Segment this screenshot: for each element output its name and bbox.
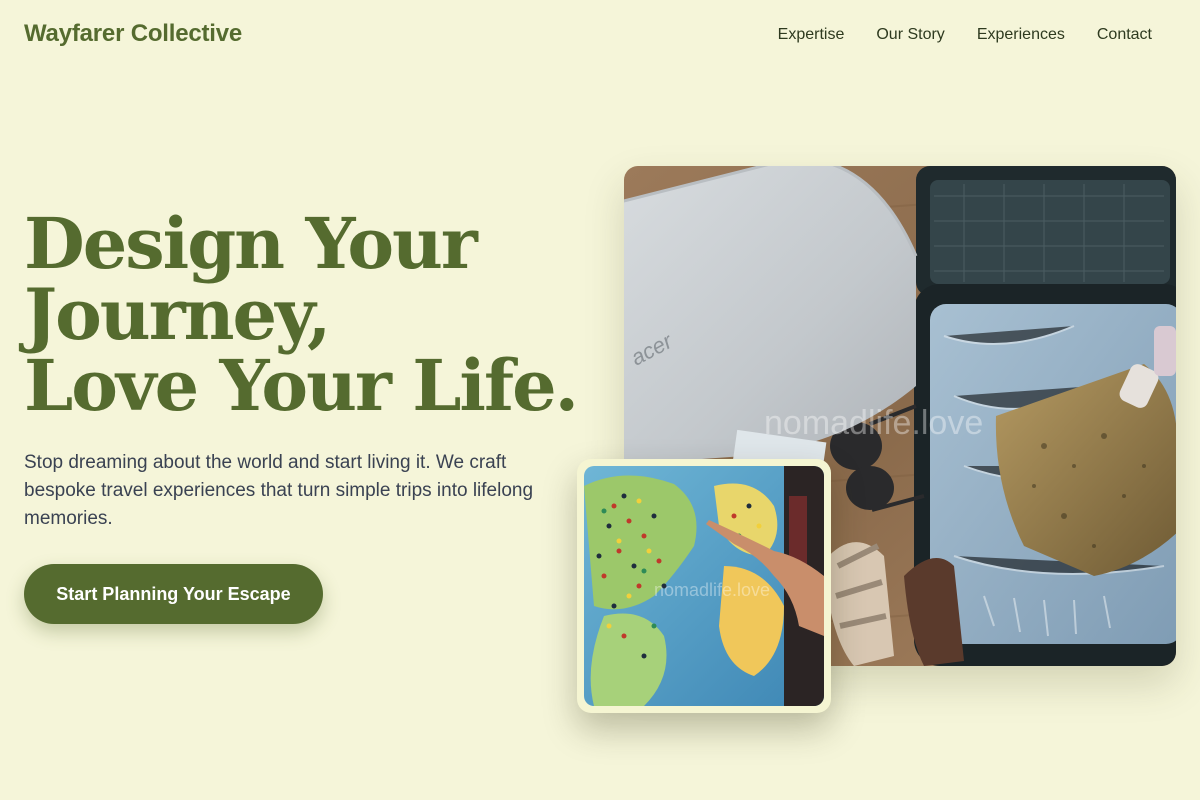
- world-map-illustration: nomadlife.love: [584, 466, 824, 706]
- landing-page: Wayfarer Collective Expertise Our Story …: [0, 0, 1200, 800]
- hero-title-line-3: Love Your Life.: [24, 344, 579, 427]
- nav-item-contact: Contact: [1097, 26, 1152, 44]
- nav-link-experiences[interactable]: Experiences: [977, 26, 1065, 43]
- hero-subtitle: Stop dreaming about the world and start …: [24, 452, 534, 529]
- inset-photo-frame: nomadlife.love: [577, 459, 831, 713]
- start-planning-button[interactable]: Start Planning Your Escape: [24, 564, 323, 624]
- hero-title: Design Your Journey, Love Your Life.: [24, 208, 584, 421]
- suitcase-lid: [916, 166, 1176, 296]
- hero-title-line-1: Design Your: [24, 202, 478, 285]
- hero-title-line-2: Journey,: [24, 273, 331, 356]
- nav-item-experiences: Experiences: [977, 26, 1065, 44]
- watermark-main: nomadlife.love: [764, 404, 983, 442]
- nav-link-contact[interactable]: Contact: [1097, 26, 1152, 43]
- nav-item-our-story: Our Story: [876, 26, 944, 44]
- nav-link-our-story[interactable]: Our Story: [876, 26, 944, 43]
- main-nav: Expertise Our Story Experiences Contact: [778, 26, 1152, 44]
- watermark-inset: nomadlife.love: [654, 580, 770, 600]
- brand-logo[interactable]: Wayfarer Collective: [24, 20, 242, 48]
- nav-item-expertise: Expertise: [778, 26, 845, 44]
- inset-photo-world-map: nomadlife.love: [584, 466, 824, 706]
- nav-link-expertise[interactable]: Expertise: [778, 26, 845, 43]
